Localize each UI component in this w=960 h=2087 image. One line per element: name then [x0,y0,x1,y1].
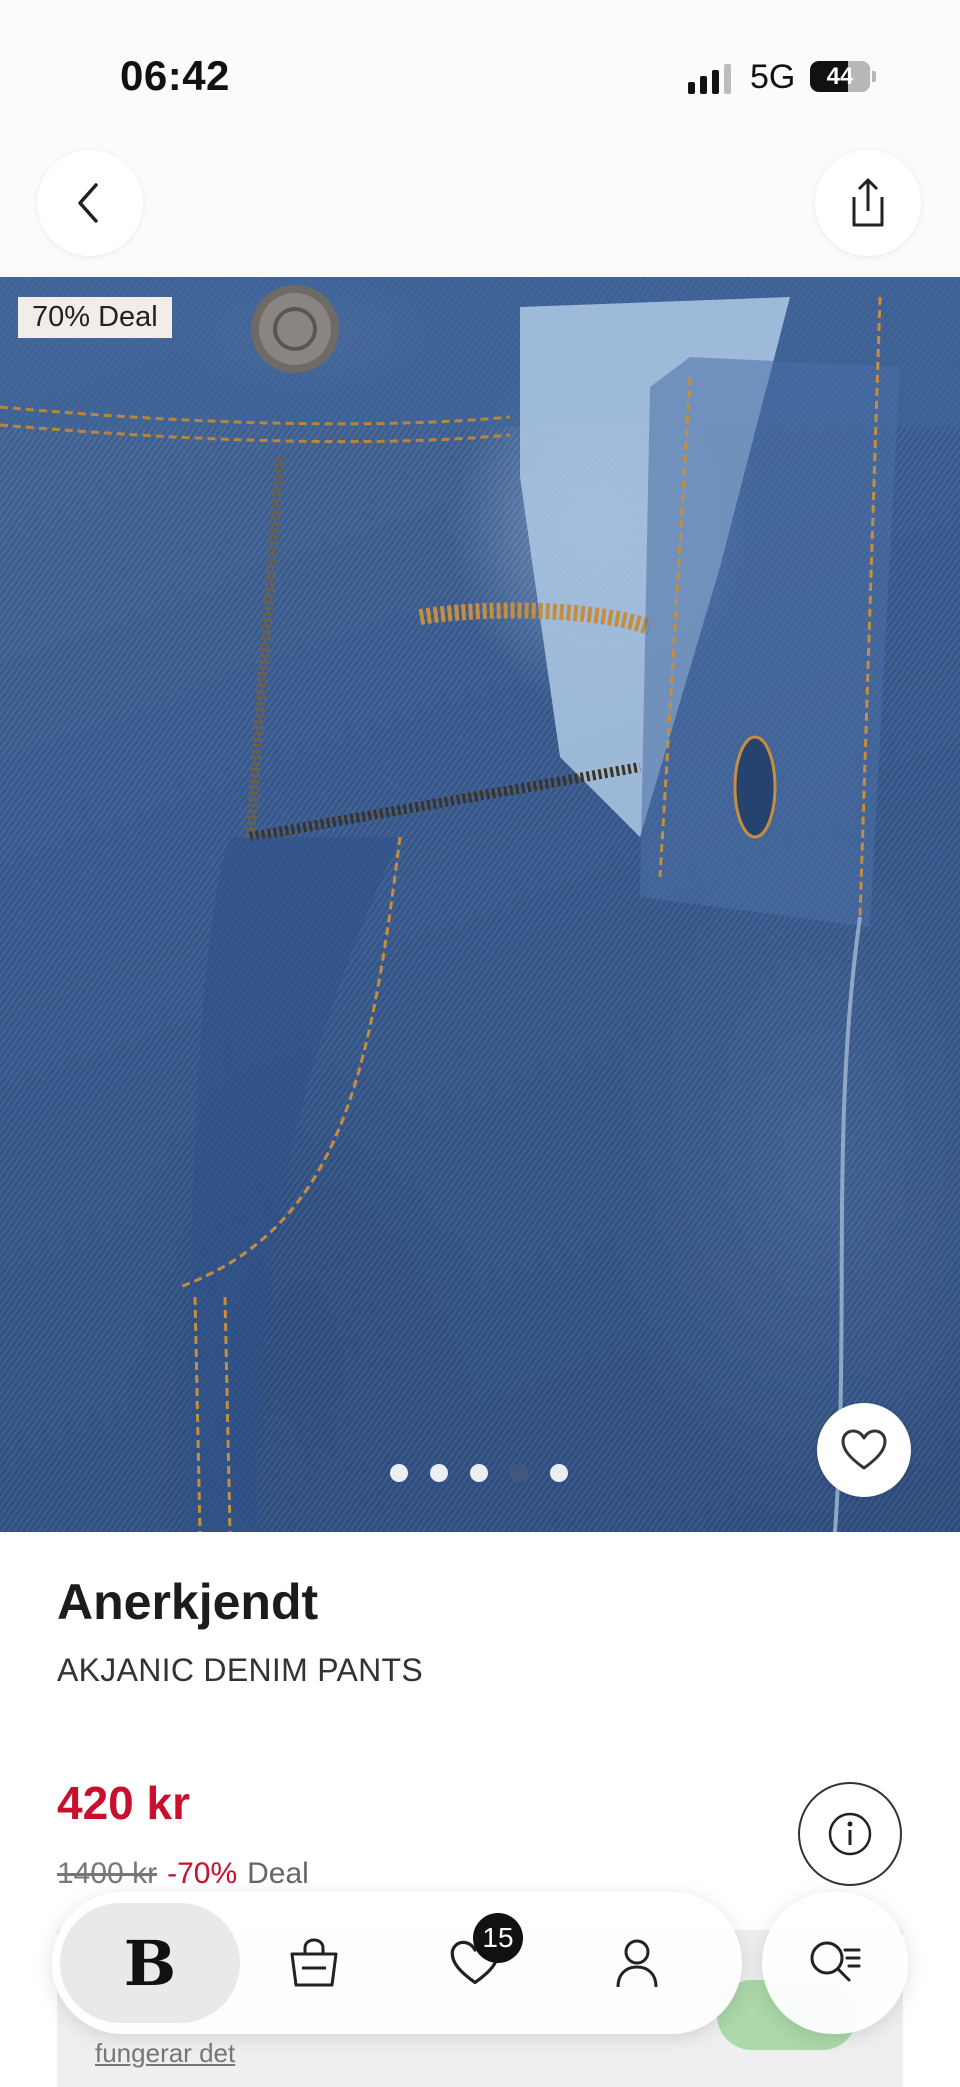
battery-nub [872,71,876,82]
price-details: 1400 kr -70% Deal [57,1857,309,1891]
shopping-bag-icon [290,1938,338,1987]
deal-tag: 70% Deal [18,297,172,338]
carousel-dot[interactable] [390,1464,408,1482]
info-icon [828,1812,872,1856]
user-icon [616,1939,658,1988]
chevron-left-icon [78,183,98,223]
search-button[interactable] [762,1892,908,2034]
status-time: 06:42 [120,52,230,99]
brand-logo-icon: B [123,1926,177,2000]
nav-home[interactable]: B [60,1903,240,2023]
original-price: 1400 kr [57,1857,158,1890]
share-button[interactable] [815,150,921,256]
search-filter-icon [810,1941,861,1982]
carousel-indicator[interactable] [390,1464,568,1482]
product-name: AKJANIC DENIM PANTS [57,1652,424,1688]
carousel-dot[interactable] [430,1464,448,1482]
info-button[interactable] [798,1782,902,1886]
product-image-carousel[interactable]: 70% Deal [0,277,960,1532]
favorite-button[interactable] [817,1403,911,1497]
carousel-dot-active[interactable] [510,1464,528,1482]
product-image [0,277,960,1532]
status-bar: 06:42 5G 44 [0,0,960,150]
deal-label: Deal [247,1857,309,1890]
product-header [0,150,960,277]
nav-profile[interactable] [547,1903,727,2023]
product-brand[interactable]: Anerkjendt [57,1573,318,1631]
share-icon [852,178,884,227]
heart-icon [841,1429,887,1470]
discount-percentage: -70% [167,1857,238,1890]
back-button[interactable] [37,150,143,256]
banner-link[interactable]: fungerar det [95,2038,235,2069]
carousel-dot[interactable] [550,1464,568,1482]
carousel-dot[interactable] [470,1464,488,1482]
nav-favorites[interactable]: 15 [385,1903,565,2023]
nav-bag[interactable] [224,1903,404,2023]
battery-icon: 44 [810,61,870,92]
bottom-navigation: B 15 [52,1892,742,2034]
favorites-count-badge: 15 [473,1913,523,1963]
network-type: 5G [750,58,796,96]
signal-icon [688,64,731,94]
product-price: 420 kr [57,1777,191,1829]
battery-level: 44 [826,63,854,90]
